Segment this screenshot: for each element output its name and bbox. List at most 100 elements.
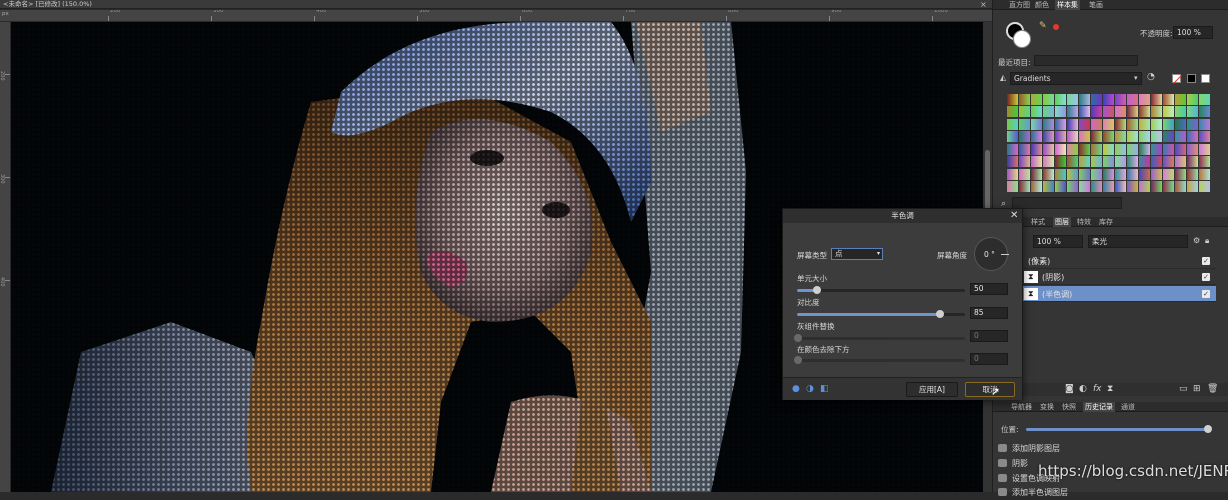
mirror-view-icon[interactable]: ◧: [820, 384, 829, 394]
gradient-swatch[interactable]: [1054, 156, 1066, 167]
gradient-swatch[interactable]: [1006, 93, 1018, 105]
gradient-swatch[interactable]: [1054, 106, 1066, 117]
gradient-swatch[interactable]: [1030, 106, 1042, 117]
gradient-swatch[interactable]: [1126, 93, 1138, 105]
opacity-field[interactable]: 100 %: [1173, 26, 1213, 39]
tab-histogram[interactable]: 直方图: [1009, 0, 1030, 10]
gradient-swatch[interactable]: [1030, 156, 1042, 167]
gear-icon[interactable]: ⚙: [1193, 236, 1200, 246]
adjustment-icon[interactable]: ◐: [1079, 384, 1087, 394]
gradient-swatch[interactable]: [1126, 131, 1138, 142]
gradient-swatch[interactable]: [1042, 168, 1054, 180]
gradient-swatch[interactable]: [1042, 93, 1054, 105]
gradient-swatch[interactable]: [1030, 93, 1042, 105]
gradient-swatch[interactable]: [1162, 93, 1174, 105]
gradient-swatch[interactable]: [1114, 118, 1126, 130]
gradient-swatch[interactable]: [1042, 118, 1054, 130]
gradient-swatch[interactable]: [1174, 93, 1186, 105]
gradient-swatch[interactable]: [1138, 118, 1150, 130]
gradient-swatch[interactable]: [1150, 168, 1162, 180]
gradient-swatch[interactable]: [1054, 168, 1066, 180]
document-close-button[interactable]: ×: [980, 0, 987, 9]
gradient-swatch[interactable]: [1018, 168, 1030, 180]
gradient-swatch[interactable]: [1078, 131, 1090, 142]
gradient-swatch[interactable]: [1102, 106, 1114, 117]
tab-stock[interactable]: 库存: [1099, 217, 1113, 227]
gradient-swatch[interactable]: [1090, 143, 1102, 155]
history-item[interactable]: 添加阴影图层: [996, 441, 1228, 456]
gradient-swatch[interactable]: [1138, 143, 1150, 155]
gradient-swatch[interactable]: [1138, 93, 1150, 105]
gradient-swatch[interactable]: [1162, 156, 1174, 167]
gradient-swatch[interactable]: [1042, 156, 1054, 167]
cell-size-field[interactable]: 50: [970, 283, 1008, 295]
gradient-swatch[interactable]: [1174, 118, 1186, 130]
gradient-swatch[interactable]: [1174, 181, 1186, 192]
no-fill-swatch[interactable]: [1172, 74, 1182, 84]
gradient-swatch[interactable]: [1066, 118, 1078, 130]
gradient-swatch[interactable]: [1186, 168, 1198, 180]
history-slider-knob[interactable]: [1204, 425, 1212, 433]
gradient-swatch[interactable]: [1090, 168, 1102, 180]
gradient-swatch[interactable]: [1174, 131, 1186, 142]
layer-visibility-checkbox[interactable]: ✓: [1202, 257, 1210, 265]
layer-visibility-checkbox[interactable]: ✓: [1202, 290, 1210, 298]
gradient-swatch[interactable]: [1102, 143, 1114, 155]
gradient-swatch[interactable]: [1198, 181, 1210, 192]
gradient-swatch[interactable]: [1066, 143, 1078, 155]
gradient-swatch[interactable]: [1198, 118, 1210, 130]
tab-snapshots[interactable]: 快照: [1062, 402, 1076, 412]
gradient-swatch[interactable]: [1114, 93, 1126, 105]
gradient-swatch[interactable]: [1030, 118, 1042, 130]
layer-row[interactable]: ⧗ (半色调) ✓: [1022, 286, 1216, 302]
swatch-category-select[interactable]: Gradients: [1010, 72, 1142, 85]
gradient-swatch[interactable]: [1126, 168, 1138, 180]
tab-swatches[interactable]: 样本集: [1055, 0, 1080, 10]
gradient-swatch[interactable]: [1162, 106, 1174, 117]
gradient-swatch[interactable]: [1006, 181, 1018, 192]
gradient-swatch[interactable]: [1186, 93, 1198, 105]
gradient-swatch[interactable]: [1018, 143, 1030, 155]
blend-mode-select[interactable]: 柔光: [1088, 235, 1188, 248]
gradient-swatch[interactable]: [1114, 156, 1126, 167]
gradient-swatch[interactable]: [1078, 106, 1090, 117]
gradient-swatch[interactable]: [1186, 156, 1198, 167]
fx-icon[interactable]: fx: [1093, 384, 1102, 394]
cell-size-slider[interactable]: [797, 286, 965, 294]
history-position-slider[interactable]: [1026, 428, 1210, 431]
tab-styles[interactable]: 样式: [1031, 217, 1045, 227]
gradient-swatch[interactable]: [1090, 156, 1102, 167]
gradient-swatch[interactable]: [1102, 168, 1114, 180]
contrast-field[interactable]: 85: [970, 307, 1008, 319]
gradient-swatch[interactable]: [1054, 118, 1066, 130]
gradient-swatch[interactable]: [1018, 106, 1030, 117]
gradient-swatch[interactable]: [1186, 131, 1198, 142]
tab-effects[interactable]: 特效: [1077, 217, 1091, 227]
gradient-swatch[interactable]: [1138, 106, 1150, 117]
gradient-swatch[interactable]: [1186, 106, 1198, 117]
gradient-swatch[interactable]: [1054, 93, 1066, 105]
gradient-swatch[interactable]: [1198, 156, 1210, 167]
gradient-swatch[interactable]: [1114, 143, 1126, 155]
gradient-swatch[interactable]: [1102, 93, 1114, 105]
gradient-swatch[interactable]: [1162, 168, 1174, 180]
gradient-swatch[interactable]: [1126, 156, 1138, 167]
recent-colors-strip[interactable]: [1034, 55, 1138, 66]
gradient-swatch[interactable]: [1198, 143, 1210, 155]
gradient-swatch[interactable]: [1018, 93, 1030, 105]
layer-row[interactable]: (像素) ✓: [1022, 253, 1216, 269]
dialog-close-button[interactable]: ✕: [1010, 210, 1018, 222]
gradient-swatch[interactable]: [1066, 131, 1078, 142]
gradient-swatch-grid[interactable]: [1006, 93, 1211, 194]
gradient-swatch[interactable]: [1186, 181, 1198, 192]
gradient-swatch[interactable]: [1150, 118, 1162, 130]
trash-icon[interactable]: 🗑︎: [1207, 384, 1218, 394]
folder-icon[interactable]: ▭: [1179, 384, 1188, 394]
gradient-swatch[interactable]: [1126, 181, 1138, 192]
gradient-swatch[interactable]: [1162, 181, 1174, 192]
gradient-swatch[interactable]: [1198, 106, 1210, 117]
screen-angle-dial[interactable]: 0 °: [974, 237, 1009, 271]
tab-stroke[interactable]: 笔画: [1089, 0, 1103, 10]
gradient-swatch[interactable]: [1138, 156, 1150, 167]
gradient-swatch[interactable]: [1114, 106, 1126, 117]
